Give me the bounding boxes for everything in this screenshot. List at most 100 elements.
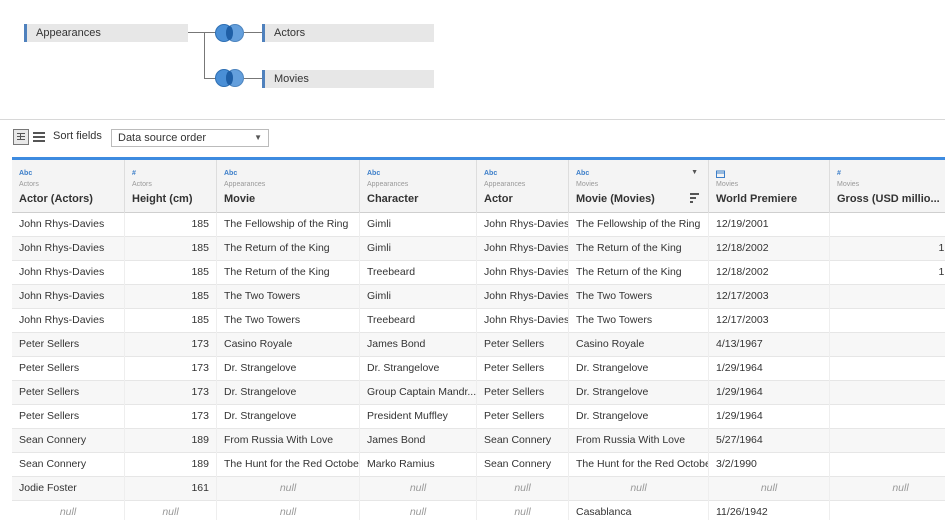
table-cell[interactable]: 24 — [830, 429, 945, 453]
table-cell[interactable]: 185 — [125, 237, 217, 261]
table-row[interactable]: Jodie Foster 161 null null null null null null — [12, 477, 945, 501]
table-cell[interactable]: 161 — [125, 477, 217, 501]
column-header[interactable]: Abc Appearances Movie — [217, 160, 360, 213]
table-cell[interactable]: The Fellowship of the Ring — [217, 213, 360, 237]
string-type-icon[interactable]: Abc — [576, 170, 589, 177]
table-cell[interactable]: 94 — [830, 405, 945, 429]
relationship-join-icon[interactable] — [215, 69, 245, 87]
table-cell[interactable]: The Return of the King — [217, 237, 360, 261]
table-cell[interactable]: Peter Sellers — [12, 357, 125, 381]
table-cell[interactable]: Casino Royale — [569, 333, 709, 357]
table-cell[interactable]: John Rhys-Davies — [12, 261, 125, 285]
null-cell[interactable]: null — [217, 477, 360, 501]
table-row[interactable]: John Rhys-Davies 185 The Two Towers Gimli Jo… — [12, 285, 945, 309]
table-cell[interactable]: 4 — [830, 501, 945, 520]
table-cell[interactable]: 185 — [125, 285, 217, 309]
null-cell[interactable]: null — [569, 477, 709, 501]
table-cell[interactable]: 11/26/1942 — [709, 501, 830, 520]
table-cell[interactable]: 1/29/1964 — [709, 357, 830, 381]
column-header[interactable]: Movies World Premiere — [709, 160, 830, 213]
table-cell[interactable]: The Two Towers — [569, 309, 709, 333]
column-header[interactable]: # Actors Height (cm) — [125, 160, 217, 213]
table-cell[interactable]: 5/27/1964 — [709, 429, 830, 453]
table-cell[interactable]: Dr. Strangelove — [217, 405, 360, 429]
table-cell[interactable]: From Russia With Love — [217, 429, 360, 453]
relationship-canvas[interactable]: Appearances Actors Movies — [0, 0, 945, 120]
table-cell[interactable]: Dr. Strangelove — [217, 381, 360, 405]
null-cell[interactable]: null — [709, 477, 830, 501]
table-cell[interactable]: John Rhys-Davies — [12, 237, 125, 261]
table-cell[interactable]: Casino Royale — [217, 333, 360, 357]
table-cell[interactable]: Casablanca — [569, 501, 709, 520]
string-type-icon[interactable]: Abc — [224, 170, 237, 177]
table-cell[interactable]: President Muffley — [360, 405, 477, 429]
table-cell[interactable]: 185 — [125, 309, 217, 333]
table-cell[interactable]: James Bond — [360, 333, 477, 357]
relationship-noodle[interactable] — [188, 32, 216, 33]
relationship-noodle[interactable] — [244, 32, 262, 33]
null-cell[interactable]: null — [12, 501, 125, 520]
table-cell[interactable]: The Two Towers — [569, 285, 709, 309]
table-row[interactable]: Peter Sellers 173 Dr. Strangelove Group Cap… — [12, 381, 945, 405]
table-cell[interactable]: John Rhys-Davies — [12, 285, 125, 309]
table-cell[interactable]: 12/18/2002 — [709, 237, 830, 261]
table-cell[interactable]: 189 — [125, 453, 217, 477]
table-cell[interactable]: 12/19/2001 — [709, 213, 830, 237]
table-cell[interactable]: Peter Sellers — [477, 405, 569, 429]
column-header[interactable]: Abc Movies Movie (Movies) ▼ — [569, 160, 709, 213]
table-cell[interactable]: From Russia With Love — [569, 429, 709, 453]
table-cell[interactable]: 173 — [125, 357, 217, 381]
table-cell[interactable]: Gimli — [360, 285, 477, 309]
sort-fields-select[interactable]: Data source order ▼ — [111, 129, 269, 147]
table-cell[interactable]: Jodie Foster — [12, 477, 125, 501]
table-cell[interactable]: 22 — [830, 333, 945, 357]
null-cell[interactable]: null — [217, 501, 360, 520]
table-cell[interactable]: Group Captain Mandr... — [360, 381, 477, 405]
data-grid[interactable]: Abc Actors Actor (Actors) # Actors Height (cm… — [12, 157, 945, 520]
table-cell[interactable]: John Rhys-Davies — [477, 237, 569, 261]
table-cell[interactable]: 923 — [830, 309, 945, 333]
date-type-icon[interactable] — [716, 170, 725, 180]
table-cell[interactable]: 173 — [125, 381, 217, 405]
null-cell[interactable]: null — [830, 477, 945, 501]
table-cell[interactable]: Sean Connery — [477, 453, 569, 477]
table-cell[interactable]: Dr. Strangelove — [569, 357, 709, 381]
table-row[interactable]: Peter Sellers 173 Casino Royale James Bond P… — [12, 333, 945, 357]
table-cell[interactable]: Dr. Strangelove — [217, 357, 360, 381]
table-cell[interactable]: James Bond — [360, 429, 477, 453]
relationship-noodle-branch[interactable] — [204, 32, 205, 79]
table-row[interactable]: John Rhys-Davies 185 The Return of the Kin… — [12, 261, 945, 285]
table-cell[interactable]: Gimli — [360, 213, 477, 237]
table-cell[interactable]: Dr. Strangelove — [569, 405, 709, 429]
table-cell[interactable]: Dr. Strangelove — [569, 381, 709, 405]
table-cell[interactable]: John Rhys-Davies — [12, 213, 125, 237]
table-cell[interactable]: John Rhys-Davies — [477, 285, 569, 309]
list-view-icon[interactable] — [31, 129, 47, 145]
table-cell[interactable]: 200 — [830, 453, 945, 477]
table-movies[interactable]: Movies — [262, 70, 434, 88]
string-type-icon[interactable]: Abc — [484, 170, 497, 177]
number-type-icon[interactable]: # — [837, 170, 841, 177]
table-cell[interactable]: The Return of the King — [569, 237, 709, 261]
table-appearances[interactable]: Appearances — [24, 24, 188, 42]
null-cell[interactable]: null — [477, 477, 569, 501]
table-cell[interactable]: Peter Sellers — [12, 333, 125, 357]
table-cell[interactable]: John Rhys-Davies — [477, 309, 569, 333]
table-cell[interactable]: 94 — [830, 357, 945, 381]
table-cell[interactable]: 1,119 — [830, 237, 945, 261]
table-cell[interactable]: 12/17/2003 — [709, 309, 830, 333]
table-cell[interactable]: Peter Sellers — [477, 357, 569, 381]
column-menu-icon[interactable]: ▼ — [691, 169, 698, 176]
table-cell[interactable]: Peter Sellers — [12, 381, 125, 405]
table-cell[interactable]: Peter Sellers — [12, 405, 125, 429]
table-row[interactable]: Sean Connery 189 From Russia With Love Jame… — [12, 429, 945, 453]
table-cell[interactable]: Treebeard — [360, 309, 477, 333]
table-row[interactable]: John Rhys-Davies 185 The Fellowship of the… — [12, 213, 945, 237]
table-cell[interactable]: The Return of the King — [569, 261, 709, 285]
table-cell[interactable]: Treebeard — [360, 261, 477, 285]
table-cell[interactable]: Sean Connery — [477, 429, 569, 453]
table-cell[interactable]: 923 — [830, 285, 945, 309]
table-cell[interactable]: 173 — [125, 405, 217, 429]
column-header[interactable]: Abc Actors Actor (Actors) — [12, 160, 125, 213]
table-cell[interactable]: The Two Towers — [217, 309, 360, 333]
